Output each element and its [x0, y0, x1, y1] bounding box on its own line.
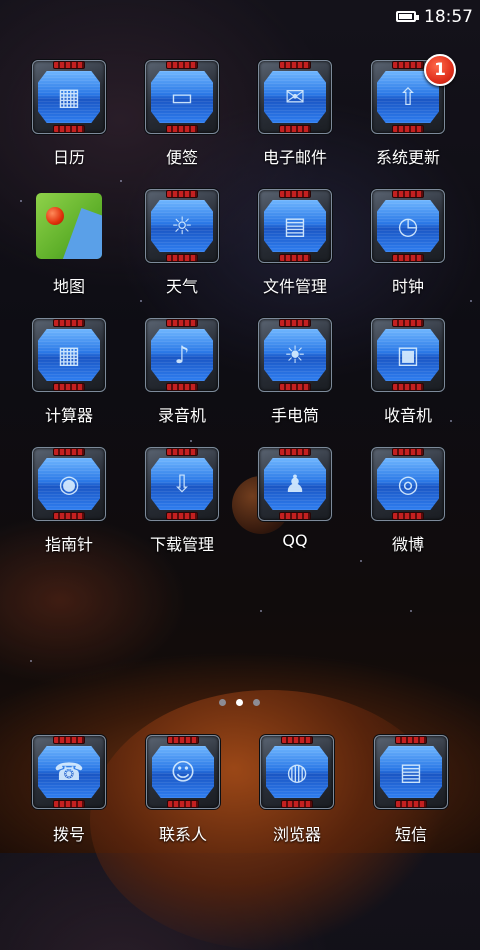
browser-globe-icon: ◍ [260, 735, 334, 809]
notification-badge: 1 [424, 54, 456, 86]
contacts-icon: ☺ [146, 735, 220, 809]
page-dot[interactable] [253, 699, 260, 706]
calendar-icon-glyph: ▦ [57, 83, 81, 111]
microphone-icon-glyph: ♪ [174, 341, 190, 369]
app-mail[interactable]: ✉ 电子邮件 [240, 60, 350, 180]
app-download[interactable]: ⇩ 下载管理 [127, 447, 237, 567]
message-icon-glyph: ▤ [399, 758, 423, 786]
map-pin-icon [46, 207, 64, 225]
mail-icon-glyph: ✉ [284, 83, 306, 111]
compass-icon: ◉ [32, 447, 106, 521]
contacts-icon-glyph: ☺ [170, 758, 196, 786]
weibo-icon: ◎ [371, 447, 445, 521]
message-icon: ▤ [374, 735, 448, 809]
app-compass[interactable]: ◉ 指南针 [14, 447, 124, 567]
phone-icon-glyph: ☎ [54, 758, 84, 786]
qq-penguin-icon-glyph: ♟ [284, 470, 306, 498]
notes-icon-glyph: ▭ [170, 83, 194, 111]
qq-penguin-icon: ♟ [258, 447, 332, 521]
app-label: 下载管理 [149, 535, 214, 554]
app-clock[interactable]: ◷ 时钟 [353, 189, 463, 309]
calendar-icon: ▦ [32, 60, 106, 134]
app-map[interactable]: 地图 [14, 189, 124, 309]
folder-icon: ▤ [258, 189, 332, 263]
app-notes[interactable]: ▭ 便签 [127, 60, 237, 180]
app-weather-sun[interactable]: ☼ 天气 [127, 189, 237, 309]
calculator-icon: ▦ [32, 318, 106, 392]
app-flashlight[interactable]: ☀ 手电筒 [240, 318, 350, 438]
mail-icon: ✉ [258, 60, 332, 134]
map-icon [32, 189, 106, 263]
flashlight-icon: ☀ [258, 318, 332, 392]
app-browser-globe[interactable]: ◍ 浏览器 [242, 735, 352, 855]
app-label: 计算器 [44, 406, 93, 425]
app-label: 指南针 [44, 535, 93, 554]
app-message[interactable]: ▤ 短信 [356, 735, 466, 855]
clock-icon: ◷ [371, 189, 445, 263]
app-label: 系统更新 [375, 148, 440, 167]
app-label: QQ [282, 531, 308, 550]
app-label: 浏览器 [272, 825, 321, 844]
radio-icon: ▣ [371, 318, 445, 392]
weather-sun-icon: ☼ [145, 189, 219, 263]
calculator-icon-glyph: ▦ [57, 341, 81, 369]
app-radio[interactable]: ▣ 收音机 [353, 318, 463, 438]
app-label: 拨号 [52, 825, 85, 844]
app-label: 天气 [165, 277, 198, 296]
app-calculator[interactable]: ▦ 计算器 [14, 318, 124, 438]
notes-icon: ▭ [145, 60, 219, 134]
weibo-icon-glyph: ◎ [397, 470, 419, 498]
app-label: 时钟 [391, 277, 424, 296]
page-indicator [0, 699, 480, 709]
page-dot[interactable] [219, 699, 226, 706]
app-label: 微博 [391, 535, 424, 554]
folder-icon-glyph: ▤ [283, 212, 307, 240]
compass-icon-glyph: ◉ [58, 470, 80, 498]
app-label: 电子邮件 [262, 148, 327, 167]
app-contacts[interactable]: ☺ 联系人 [128, 735, 238, 855]
flashlight-icon-glyph: ☀ [284, 341, 306, 369]
app-weibo[interactable]: ◎ 微博 [353, 447, 463, 567]
radio-icon-glyph: ▣ [396, 341, 420, 369]
browser-globe-icon-glyph: ◍ [286, 758, 308, 786]
app-phone[interactable]: ☎ 拨号 [14, 735, 124, 855]
app-label: 日历 [52, 148, 85, 167]
app-calendar[interactable]: ▦ 日历 [14, 60, 124, 180]
status-time: 18:57 [424, 7, 473, 27]
status-bar: 18:57 [0, 0, 480, 36]
app-qq-penguin[interactable]: ♟ QQ [240, 447, 350, 567]
page-dot-current[interactable] [236, 699, 243, 706]
app-microphone[interactable]: ♪ 录音机 [127, 318, 237, 438]
app-label: 联系人 [158, 825, 207, 844]
microphone-icon: ♪ [145, 318, 219, 392]
app-label: 地图 [52, 277, 85, 296]
app-folder[interactable]: ▤ 文件管理 [240, 189, 350, 309]
update-icon-glyph: ⇧ [397, 83, 419, 111]
download-icon: ⇩ [145, 447, 219, 521]
app-label: 录音机 [157, 406, 206, 425]
battery-icon [396, 11, 419, 22]
app-label: 手电筒 [270, 406, 319, 425]
app-label: 收音机 [383, 406, 432, 425]
weather-sun-icon-glyph: ☼ [171, 212, 193, 240]
app-label: 便签 [165, 148, 198, 167]
phone-icon: ☎ [32, 735, 106, 809]
download-icon-glyph: ⇩ [171, 470, 193, 498]
clock-icon-glyph: ◷ [397, 212, 419, 240]
app-label: 文件管理 [262, 277, 327, 296]
app-label: 短信 [394, 825, 427, 844]
